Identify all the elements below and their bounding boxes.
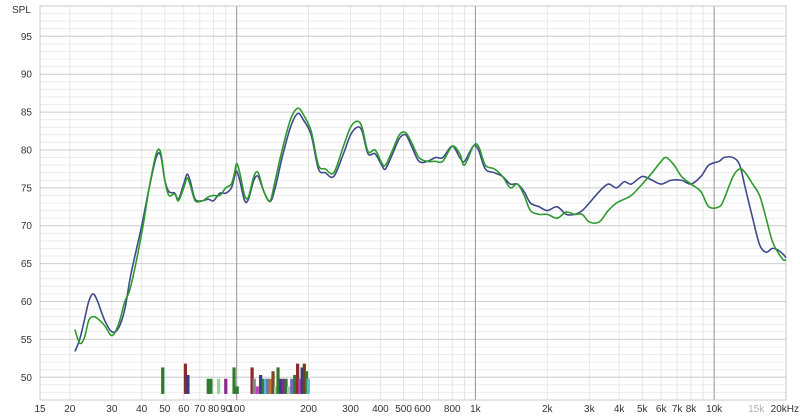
x-tick-label: 300 [342, 404, 359, 415]
filter-bar [232, 367, 236, 394]
x-tick-label: 4k [614, 404, 626, 415]
x-tick-label: 7k [672, 404, 684, 415]
filter-bar [293, 374, 297, 394]
x-tick-label: 1k [470, 404, 482, 415]
filter-bar [287, 386, 291, 394]
y-tick-label: 85 [21, 108, 33, 119]
filter-bar [306, 378, 310, 394]
x-tick-label: 60 [178, 404, 190, 415]
y-tick-label: 80 [21, 145, 33, 156]
filter-bar [268, 378, 272, 394]
y-tick-label: 65 [21, 259, 33, 270]
filter-bar [209, 378, 213, 394]
x-tick-label: 40 [136, 404, 148, 415]
plot-area [0, 0, 800, 416]
x-tick-label: 70 [194, 404, 206, 415]
filter-bar [161, 367, 165, 394]
chart-svg: 50556065707580859095 15 20 30 40 50 60 70 80 901… [0, 0, 800, 416]
y-tick-label: 50 [21, 373, 33, 384]
y-tick-label: 60 [21, 297, 33, 308]
y-tick-label: 75 [21, 183, 33, 194]
y-tick-label: 70 [21, 221, 33, 232]
y-tick-label: 55 [21, 335, 33, 346]
x-tick-label: 3k [584, 404, 596, 415]
x-tick-label: 30 [106, 404, 118, 415]
x-tick-label: 15 [34, 404, 46, 415]
filter-bar [276, 367, 280, 394]
x-tick-label: 500 [395, 404, 412, 415]
filter-bar [255, 386, 259, 394]
filter-bar [235, 386, 239, 394]
filter-bar [290, 378, 294, 394]
x-tick-label: 200 [300, 404, 317, 415]
filter-bar [186, 374, 190, 394]
x-tick-label: 15k [748, 404, 765, 415]
filter-bar [217, 378, 221, 394]
x-tick-label: 100 [228, 404, 245, 415]
filter-bar [224, 378, 228, 394]
x-tick-label: 20kHz [771, 404, 799, 415]
filter-bar [252, 378, 256, 394]
x-tick-label: 400 [372, 404, 389, 415]
x-tick-label: 2k [542, 404, 554, 415]
y-axis-label: SPL [12, 5, 31, 16]
x-tick-label: 6k [656, 404, 668, 415]
x-tick-label: 5k [637, 404, 649, 415]
x-tick-label: 800 [444, 404, 461, 415]
x-tick-label: 50 [159, 404, 171, 415]
frequency-response-chart: 50 55 60 65 70 75 80 85 90 95 15 20 30 40 50 60 70 80 90 1… [0, 0, 800, 416]
y-tick-label: 95 [21, 32, 33, 43]
x-tick-label: 20 [64, 404, 76, 415]
x-tick-label: 600 [414, 404, 431, 415]
x-tick-label: 10k [706, 404, 723, 415]
y-tick-label: 90 [21, 70, 33, 81]
x-tick-label: 80 [208, 404, 220, 415]
x-tick-label: 8k [686, 404, 698, 415]
